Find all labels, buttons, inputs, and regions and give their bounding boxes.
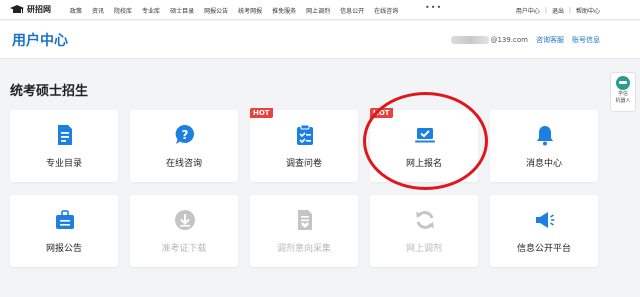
card-admission-ticket-download[interactable]: 准考证下载 — [130, 195, 238, 267]
user-info: @139.com 咨询客服 账号信息 — [451, 35, 600, 45]
widget-label-line2: 机器人 — [615, 98, 631, 104]
nav-link-unified-registration[interactable]: 统考网报 — [238, 6, 262, 15]
user-links: 用户中心 | 退出 | 帮助中心 — [516, 0, 600, 20]
highlight-circle — [363, 92, 488, 190]
svg-text:?: ? — [182, 128, 189, 142]
nav-link-announcement[interactable]: 网报公告 — [204, 6, 228, 15]
email-suffix: @139.com — [490, 36, 528, 44]
briefcase-announcement-icon — [54, 209, 76, 231]
nav-link-adjustment[interactable]: 网上调剂 — [306, 6, 330, 15]
card-label: 在线咨询 — [165, 159, 202, 169]
robot-avatar-icon — [616, 76, 630, 90]
card-registration-announcement[interactable]: 网报公告 — [10, 195, 118, 267]
nav-link-master-catalog[interactable]: 硕士目录 — [170, 6, 194, 15]
card-label: 网报公告 — [45, 244, 82, 254]
card-label: 网上调剂 — [405, 244, 442, 254]
nav-link-policy[interactable]: 政策 — [70, 6, 82, 15]
nav-link-disclosure[interactable]: 信息公开 — [340, 6, 364, 15]
separator: | — [568, 6, 571, 14]
download-icon — [174, 209, 196, 231]
nav-link-news[interactable]: 资讯 — [92, 6, 104, 15]
card-online-consult[interactable]: ? 在线咨询 — [130, 110, 238, 182]
section-title: 统考硕士招生 — [10, 84, 89, 99]
nav-link-recommendation[interactable]: 推免服务 — [272, 6, 296, 15]
account-info-link[interactable]: 账号信息 — [572, 35, 600, 45]
email-redacted — [451, 36, 490, 44]
help-center-link[interactable]: 帮助中心 — [576, 6, 600, 15]
page-title: 用户中心 — [12, 33, 68, 49]
bell-icon — [534, 124, 556, 146]
customer-service-link[interactable]: 咨询客服 — [536, 35, 564, 45]
logout-link[interactable]: 退出 — [552, 6, 564, 15]
site-logo[interactable]: 研招网 — [10, 3, 51, 16]
separator: | — [544, 6, 547, 14]
megaphone-icon — [534, 209, 556, 231]
card-information-disclosure[interactable]: 信息公开平台 — [490, 195, 598, 267]
main-nav-links: 政策 资讯 院校库 专业库 硕士目录 网报公告 统考网报 推免服务 网上调剂 信… — [70, 0, 408, 20]
document-heart-icon — [294, 209, 316, 231]
logo-text: 研招网 — [27, 5, 51, 14]
refresh-icon — [414, 209, 436, 231]
card-label: 调查问卷 — [285, 159, 322, 169]
nav-link-online-consult[interactable]: 在线咨询 — [374, 6, 398, 15]
hot-badge: HOT — [250, 108, 273, 118]
widget-label-line1: 学信 — [617, 91, 628, 97]
top-navigation-bar: 研招网 政策 资讯 院校库 专业库 硕士目录 网报公告 统考网报 推免服务 网上… — [0, 0, 640, 20]
card-label: 消息中心 — [525, 159, 562, 169]
card-survey[interactable]: HOT 调查问卷 — [250, 108, 358, 182]
nav-link-major-library[interactable]: 专业库 — [142, 6, 160, 15]
user-center-link[interactable]: 用户中心 — [516, 6, 540, 15]
card-label: 专业目录 — [45, 159, 82, 169]
clipboard-check-icon — [294, 124, 316, 146]
card-adjustment-intention[interactable]: 调剂意向采集 — [250, 195, 358, 267]
card-label: 调剂意向采集 — [276, 244, 331, 254]
document-list-icon — [54, 124, 76, 146]
more-menu-icon[interactable]: ••• — [425, 3, 442, 12]
nav-link-school-library[interactable]: 院校库 — [114, 6, 132, 15]
card-major-catalog[interactable]: 专业目录 — [10, 110, 118, 182]
card-label: 信息公开平台 — [516, 244, 571, 254]
page-header: 用户中心 @139.com 咨询客服 账号信息 — [0, 21, 640, 59]
card-online-adjustment[interactable]: 网上调剂 — [370, 195, 478, 267]
chatbot-widget[interactable]: 学信 机器人 — [610, 72, 636, 112]
card-label: 准考证下载 — [161, 244, 207, 254]
chat-question-icon: ? — [174, 124, 196, 146]
card-message-center[interactable]: 消息中心 — [490, 110, 598, 182]
logo-hat-icon — [10, 4, 24, 16]
